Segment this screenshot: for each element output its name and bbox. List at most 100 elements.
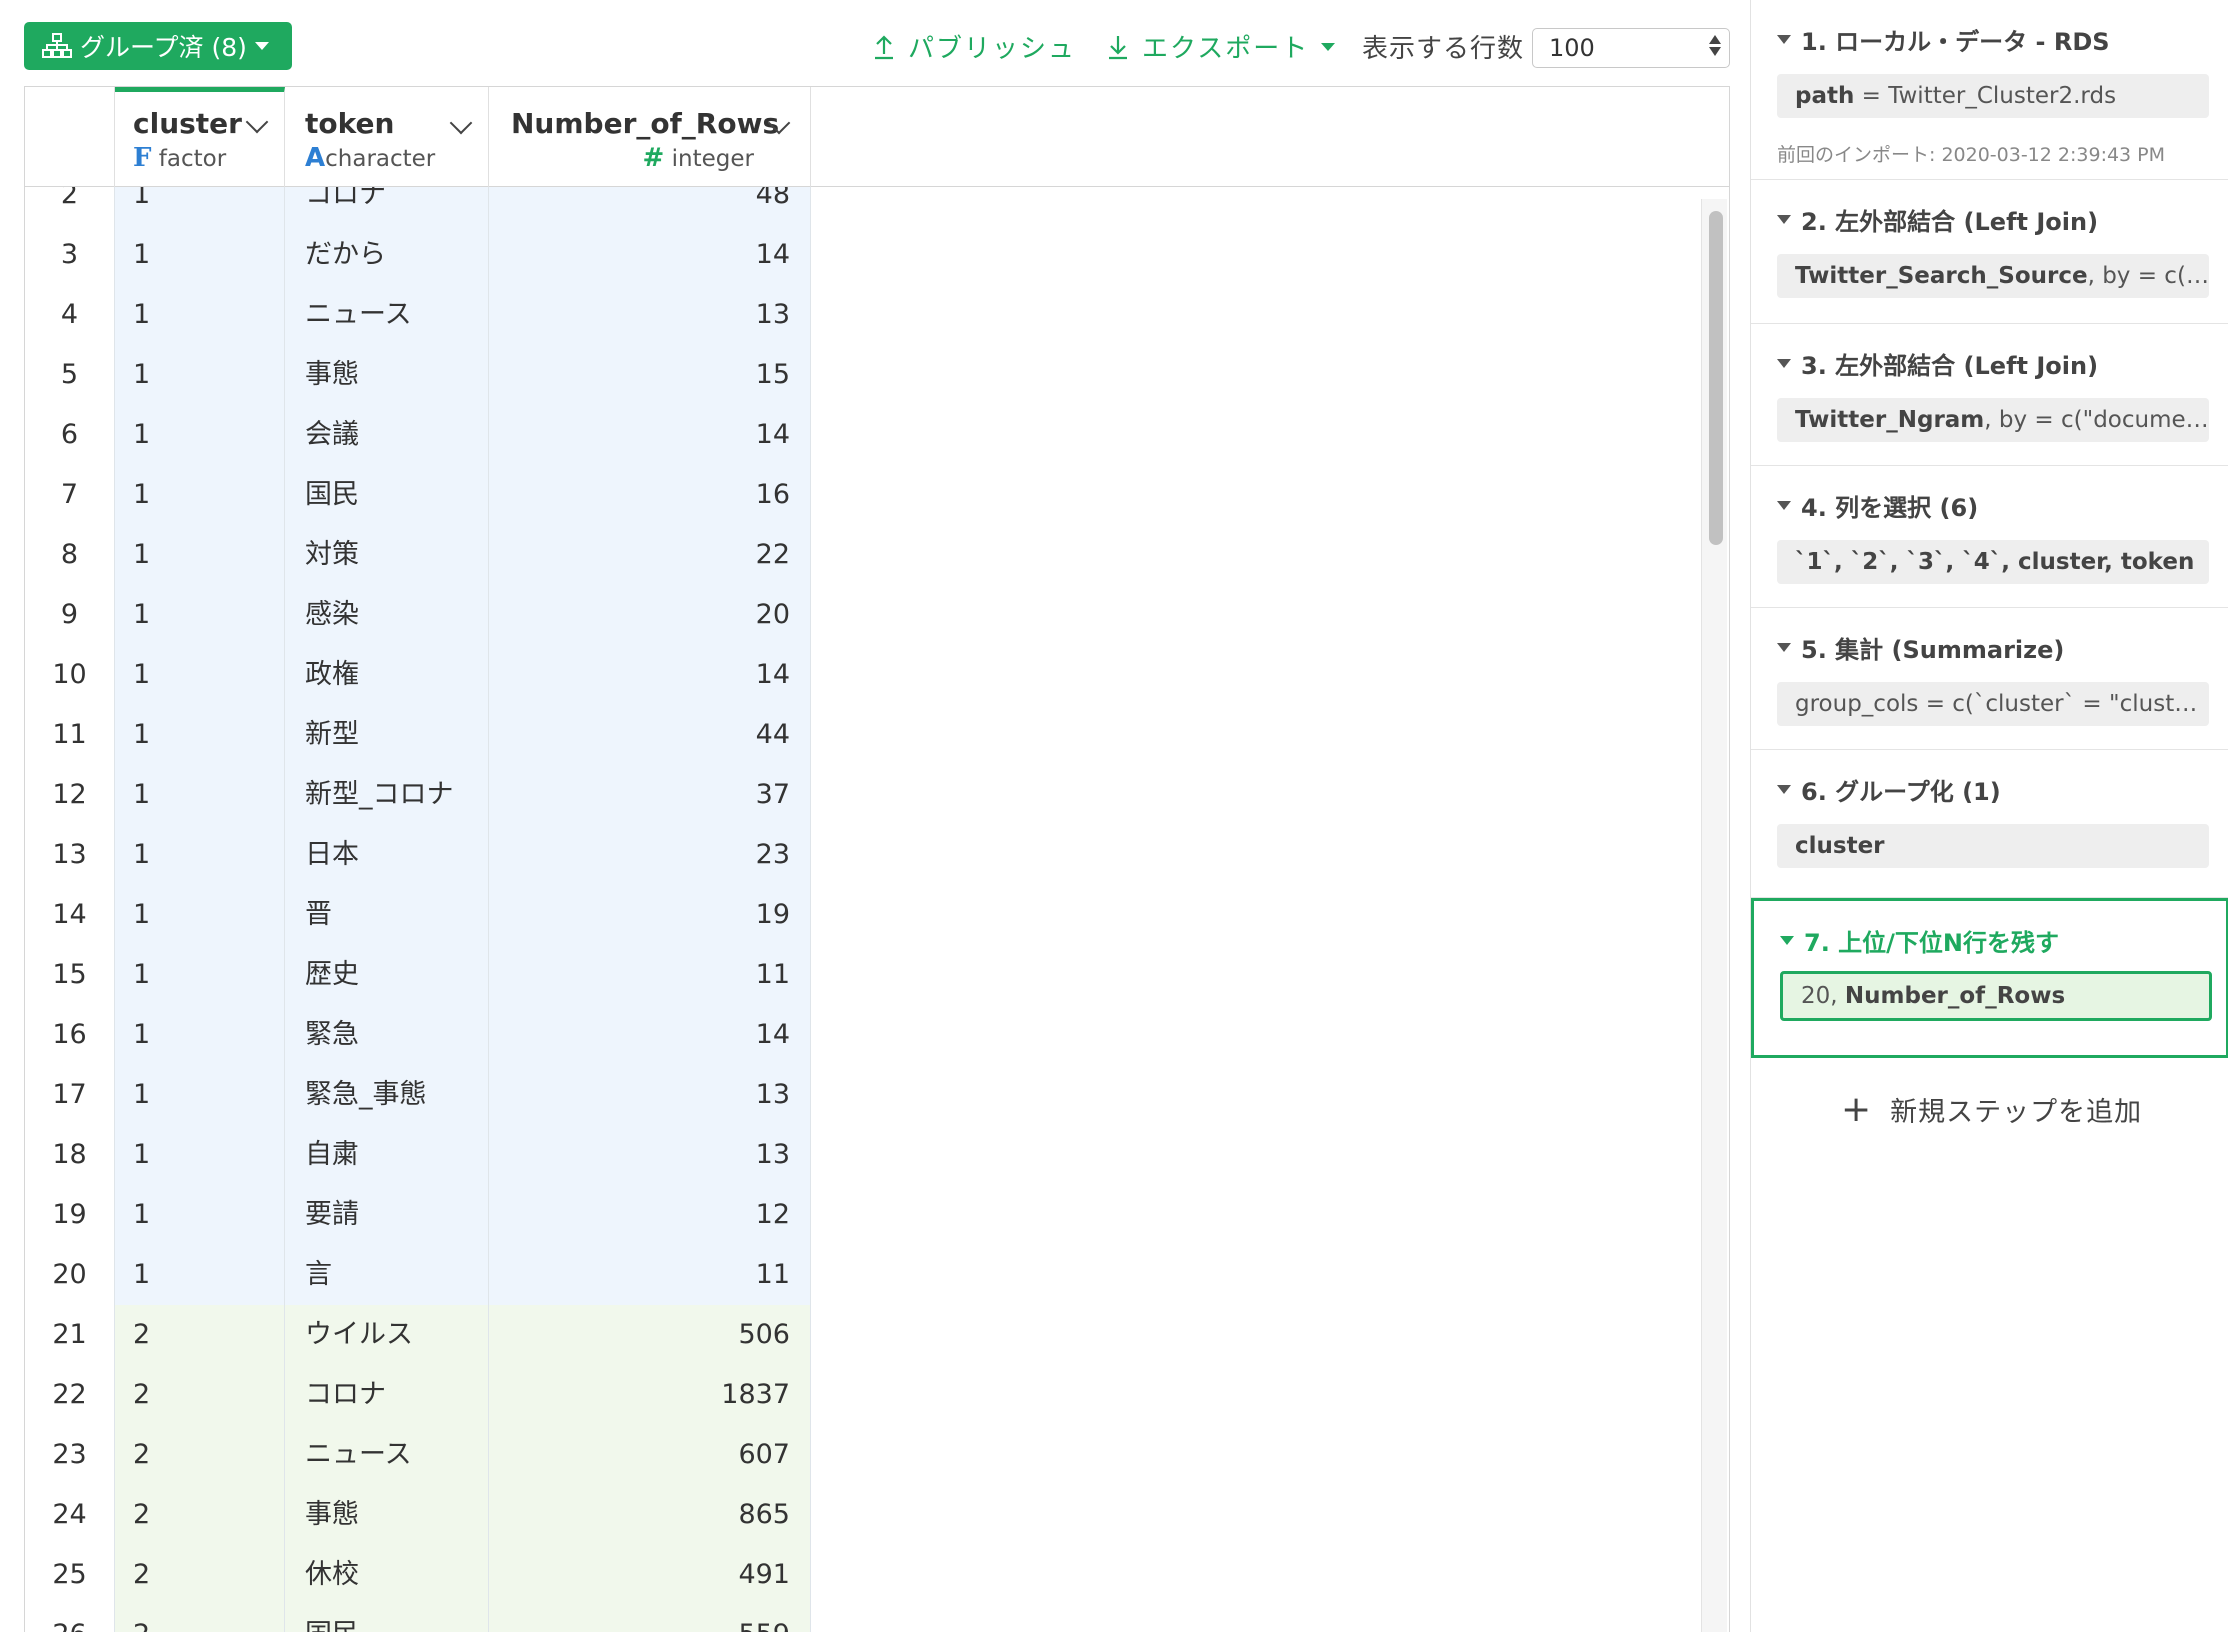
collapse-triangle-icon[interactable] <box>1777 643 1791 652</box>
cell-token: 要請 <box>285 1185 489 1245</box>
table-row[interactable]: 3 1 だから 14 <box>25 225 811 285</box>
step-7[interactable]: 7. 上位/下位N行を残す 20, Number_of_Rows <box>1751 898 2228 1058</box>
step-6[interactable]: 6. グループ化 (1) cluster <box>1751 750 2228 898</box>
cell-token: コロナ <box>285 1365 489 1425</box>
collapse-triangle-icon[interactable] <box>1777 785 1791 794</box>
cell-number-of-rows: 15 <box>489 345 811 405</box>
grouped-button[interactable]: グループ済 (8) <box>24 22 292 70</box>
table-row[interactable]: 7 1 国民 16 <box>25 465 811 525</box>
step-detail[interactable]: Twitter_Search_Source, by = c("document_… <box>1777 254 2209 298</box>
step-detail[interactable]: Twitter_Ngram, by = c("document_id") <box>1777 398 2209 442</box>
collapse-triangle-icon[interactable] <box>1777 501 1791 510</box>
table-row[interactable]: 8 1 対策 22 <box>25 525 811 585</box>
row-index: 4 <box>25 285 115 345</box>
table-row[interactable]: 23 2 ニュース 607 <box>25 1425 811 1485</box>
add-step-button[interactable]: + 新規ステップを追加 <box>1841 1090 2142 1129</box>
table-row[interactable]: 22 2 コロナ 1837 <box>25 1365 811 1425</box>
cell-cluster: 1 <box>115 285 285 345</box>
step-2[interactable]: 2. 左外部結合 (Left Join) Twitter_Search_Sourc… <box>1751 180 2228 324</box>
step-title[interactable]: 2. 左外部結合 (Left Join) <box>1777 202 2098 237</box>
column-type-label: factor <box>158 146 227 172</box>
table-row[interactable]: 21 2 ウイルス 506 <box>25 1305 811 1365</box>
steps-panel: + 新規ステップを追加 1. ローカル・データ - RDS path = Twit… <box>1750 0 2228 1632</box>
cell-cluster: 1 <box>115 345 285 405</box>
step-detail-key: Twitter_Ngram <box>1795 407 1985 433</box>
step-detail-text: , by = c("document_id") <box>1984 407 2209 433</box>
row-index: 14 <box>25 885 115 945</box>
table-row[interactable]: 9 1 感染 20 <box>25 585 811 645</box>
table-row[interactable]: 17 1 緊急_事態 13 <box>25 1065 811 1125</box>
cell-cluster: 2 <box>115 1545 285 1605</box>
step-title[interactable]: 7. 上位/下位N行を残す <box>1780 923 2059 958</box>
publish-label: パブリッシュ <box>908 34 1077 64</box>
cell-cluster: 1 <box>115 645 285 705</box>
table-row[interactable]: 262国民559 <box>25 1605 811 1632</box>
step-1[interactable]: 1. ローカル・データ - RDS path = Twitter_Cluster2… <box>1751 0 2228 180</box>
scrollbar-thumb[interactable] <box>1709 211 1723 545</box>
step-detail[interactable]: cluster <box>1777 824 2209 868</box>
cell-token: 国民 <box>285 1605 489 1632</box>
step-title-label: 5. 集計 (Summarize) <box>1801 636 2065 664</box>
step-detail[interactable]: path = Twitter_Cluster2.rds <box>1777 74 2209 118</box>
export-button[interactable]: エクスポート <box>1106 28 1336 65</box>
row-index: 18 <box>25 1125 115 1185</box>
collapse-triangle-icon[interactable] <box>1777 35 1791 44</box>
cell-number-of-rows: 13 <box>489 1065 811 1125</box>
cell-token: だから <box>285 225 489 285</box>
group-tree-icon <box>42 33 72 58</box>
column-name: Number_of_Rows <box>511 107 780 140</box>
cell-number-of-rows: 13 <box>489 285 811 345</box>
table-row[interactable]: 20 1 言 11 <box>25 1245 811 1305</box>
table-row[interactable]: 13 1 日本 23 <box>25 825 811 885</box>
step-5[interactable]: 5. 集計 (Summarize) group_cols = c(`cluster… <box>1751 608 2228 750</box>
step-4[interactable]: 4. 列を選択 (6) `1`, `2`, `3`, `4`, cluster, … <box>1751 466 2228 608</box>
column-header-cluster[interactable]: cluster F factor <box>115 87 285 187</box>
step-title[interactable]: 6. グループ化 (1) <box>1777 772 2001 807</box>
row-index: 26 <box>25 1605 115 1632</box>
step-title[interactable]: 4. 列を選択 (6) <box>1777 488 1978 523</box>
publish-button[interactable]: パブリッシュ <box>872 28 1076 65</box>
table-row[interactable]: 4 1 ニュース 13 <box>25 285 811 345</box>
table-row[interactable]: 10 1 政権 14 <box>25 645 811 705</box>
collapse-triangle-icon[interactable] <box>1780 936 1794 945</box>
step-detail[interactable]: 20, Number_of_Rows <box>1780 971 2212 1021</box>
cell-cluster: 1 <box>115 585 285 645</box>
chevron-down-icon[interactable] <box>449 111 473 135</box>
collapse-triangle-icon[interactable] <box>1777 215 1791 224</box>
table-row[interactable]: 11 1 新型 44 <box>25 705 811 765</box>
table-row[interactable]: 5 1 事態 15 <box>25 345 811 405</box>
table-row[interactable]: 19 1 要請 12 <box>25 1185 811 1245</box>
table-row[interactable]: 12 1 新型_コロナ 37 <box>25 765 811 825</box>
chevron-down-icon[interactable] <box>245 110 269 134</box>
collapse-triangle-icon[interactable] <box>1777 359 1791 368</box>
column-header-number-of-rows[interactable]: Number_of_Rows # integer <box>489 87 811 187</box>
table-row[interactable]: 16 1 緊急 14 <box>25 1005 811 1065</box>
table-row[interactable]: 6 1 会議 14 <box>25 405 811 465</box>
row-index: 9 <box>25 585 115 645</box>
chevron-down-icon <box>1321 42 1336 51</box>
step-title[interactable]: 1. ローカル・データ - RDS <box>1777 22 2110 57</box>
row-index: 5 <box>25 345 115 405</box>
table-row[interactable]: 14 1 晋 19 <box>25 885 811 945</box>
cell-token: 自粛 <box>285 1125 489 1185</box>
step-title-label: 4. 列を選択 (6) <box>1801 494 1979 522</box>
grouped-button-label: グループ済 (8) <box>80 33 247 62</box>
step-detail[interactable]: `1`, `2`, `3`, `4`, cluster, token <box>1777 540 2209 584</box>
cell-token: 晋 <box>285 885 489 945</box>
step-title[interactable]: 3. 左外部結合 (Left Join) <box>1777 346 2098 381</box>
cell-cluster: 1 <box>115 1245 285 1305</box>
table-row[interactable]: 15 1 歴史 11 <box>25 945 811 1005</box>
table-row[interactable]: 18 1 自粛 13 <box>25 1125 811 1185</box>
column-header-token[interactable]: token Acharacter <box>285 87 489 187</box>
step-3[interactable]: 3. 左外部結合 (Left Join) Twitter_Ngram, by = … <box>1751 324 2228 466</box>
table-row[interactable]: 25 2 休校 491 <box>25 1545 811 1605</box>
vertical-scrollbar[interactable] <box>1701 199 1727 1632</box>
step-title-label: 2. 左外部結合 (Left Join) <box>1801 208 2099 236</box>
table-row[interactable]: 24 2 事態 865 <box>25 1485 811 1545</box>
cell-token: 国民 <box>285 465 489 525</box>
cell-cluster: 1 <box>115 1185 285 1245</box>
step-detail-text: = Twitter_Cluster2.rds <box>1854 83 2117 109</box>
rows-select[interactable]: 100 <box>1532 28 1730 68</box>
step-detail[interactable]: group_cols = c(`cluster` = "cluster", `t… <box>1777 682 2209 726</box>
step-title[interactable]: 5. 集計 (Summarize) <box>1777 630 2064 665</box>
